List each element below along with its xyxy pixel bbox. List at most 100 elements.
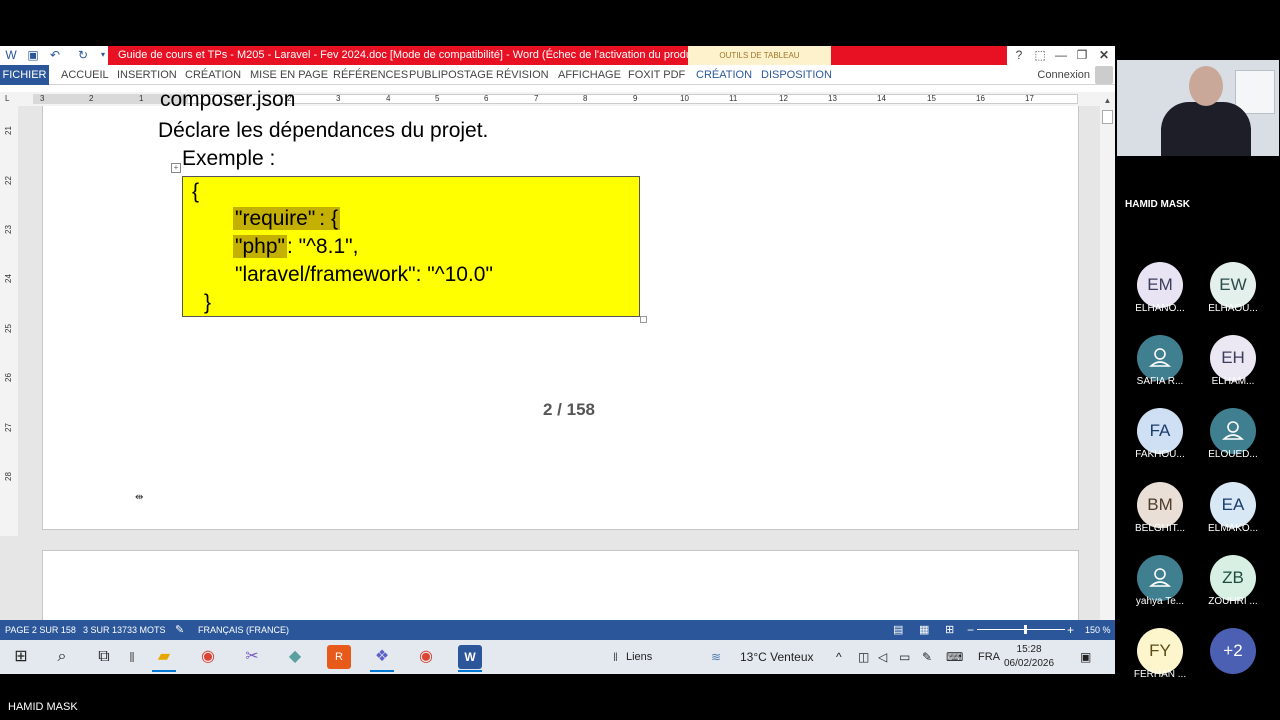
participant-name: ELMAKO...: [1207, 523, 1258, 534]
read-mode-icon[interactable]: ▤: [893, 620, 903, 640]
snipping-tool-icon[interactable]: ✂: [240, 645, 264, 669]
tab-selector-icon[interactable]: L: [5, 94, 15, 104]
participant-name: ELOUED...: [1208, 449, 1258, 460]
chrome-icon[interactable]: ◉: [196, 645, 220, 669]
word-taskbar-icon[interactable]: W: [458, 645, 482, 669]
vertical-scroll-thumb[interactable]: [1102, 110, 1113, 124]
close-icon[interactable]: ✕: [1093, 46, 1115, 65]
file-explorer-icon[interactable]: ▰: [152, 645, 176, 669]
print-layout-icon[interactable]: ▦: [919, 620, 929, 640]
tab-foxit-pdf[interactable]: FOXIT PDF: [628, 65, 685, 85]
participant-avatar[interactable]: EW: [1210, 262, 1256, 308]
document-canvas[interactable]: 21 22 23 24 25 26 27 28 composer.json Dé…: [0, 88, 1100, 674]
help-icon[interactable]: ?: [1008, 46, 1030, 65]
participant-avatar[interactable]: ZB: [1210, 555, 1256, 601]
tab-insertion[interactable]: INSERTION: [117, 65, 177, 85]
tab-accueil[interactable]: ACCUEIL: [61, 65, 109, 85]
web-layout-icon[interactable]: ⊞: [945, 620, 954, 640]
code-table-cell[interactable]: { "require": { "php": "^8.1", "laravel/f…: [182, 176, 640, 317]
participant-avatar[interactable]: EM: [1137, 262, 1183, 308]
pen-icon[interactable]: ✎: [922, 640, 932, 674]
input-language[interactable]: FRA: [978, 640, 1000, 674]
participant-avatar[interactable]: EH: [1210, 335, 1256, 381]
vertical-ruler[interactable]: 21 22 23 24 25 26 27 28: [0, 106, 18, 536]
proofing-icon[interactable]: ✎: [175, 620, 184, 640]
links-toolbar[interactable]: Liens: [626, 640, 652, 674]
toolbar-divider-icon: ‖: [613, 650, 618, 664]
zoom-slider[interactable]: [977, 629, 1065, 630]
tab-publipostage[interactable]: PUBLIPOSTAGE: [409, 65, 493, 85]
undo-icon[interactable]: ↶: [48, 48, 62, 62]
zoom-in-button[interactable]: +: [1067, 620, 1074, 640]
system-clock[interactable]: 15:28 06/02/2026: [1004, 643, 1054, 671]
tab-mise-en-page[interactable]: MISE EN PAGE: [250, 65, 328, 85]
restore-icon[interactable]: ❐: [1071, 46, 1093, 65]
network-icon[interactable]: ◫: [858, 640, 869, 674]
participant-initials: EM: [1147, 275, 1173, 294]
participant-avatar[interactable]: [1137, 335, 1183, 381]
tab-creation[interactable]: CRÉATION: [185, 65, 241, 85]
notes-app-icon[interactable]: ◆: [283, 645, 307, 669]
participant-avatar[interactable]: [1210, 408, 1256, 454]
task-view-icon[interactable]: ⧉: [92, 645, 116, 669]
code-php-key: "php": [233, 235, 287, 258]
page-number-marker: 2 / 158: [543, 400, 595, 419]
keyboard-icon[interactable]: ⌨: [946, 640, 963, 674]
participant-initials: FA: [1149, 421, 1171, 440]
tab-affichage[interactable]: AFFICHAGE: [558, 65, 621, 85]
signin-link[interactable]: Connexion: [1037, 65, 1090, 85]
show-hidden-icons-icon[interactable]: ^: [836, 640, 842, 674]
windows-taskbar: ⊞ ⌕ ⧉ ‖ ▰ ◉ ✂ ◆ R ❖ ◉ W ‖ Liens ≋ 13°C V…: [0, 640, 1115, 674]
ribbon-display-icon[interactable]: ⬚: [1029, 46, 1051, 65]
word-count[interactable]: 3 SUR 13733 MOTS: [83, 620, 166, 640]
more-participants-button[interactable]: +2: [1210, 628, 1256, 674]
table-resize-handle[interactable]: [640, 316, 647, 323]
tab-references[interactable]: RÉFÉRENCES: [333, 65, 408, 85]
notifications-icon[interactable]: ▣: [1080, 640, 1091, 674]
vruler-number: 25: [3, 324, 13, 333]
vertical-scrollbar[interactable]: ▲ ▼: [1100, 92, 1115, 661]
redo-icon[interactable]: ↻: [76, 48, 90, 62]
document-page[interactable]: composer.json Déclare les dépendances du…: [42, 88, 1079, 530]
teams-icon[interactable]: ❖: [370, 645, 394, 669]
page-count[interactable]: PAGE 2 SUR 158: [5, 620, 76, 640]
participant-name: ELHANO...: [1135, 303, 1185, 314]
zoom-out-button[interactable]: −: [967, 620, 974, 640]
windows-start-icon[interactable]: ⊞: [9, 645, 33, 669]
ruler-number: 7: [534, 94, 539, 103]
ruler-number: 9: [633, 94, 638, 103]
presenter-video[interactable]: [1117, 60, 1279, 156]
save-icon[interactable]: ▣: [26, 48, 40, 62]
title-bar: W ▣ ↶ ↻ ▾ Guide de cours et TPs - M205 -…: [0, 46, 1115, 65]
participant-avatar[interactable]: [1137, 555, 1183, 601]
table-move-handle-icon[interactable]: +: [171, 163, 181, 173]
word-window: W ▣ ↶ ↻ ▾ Guide de cours et TPs - M205 -…: [0, 46, 1115, 674]
vruler-number: 24: [3, 274, 13, 283]
presenter-face: [1189, 66, 1223, 106]
participant-avatar[interactable]: FA: [1137, 408, 1183, 454]
user-avatar-icon[interactable]: [1095, 66, 1113, 84]
display-icon[interactable]: ▭: [899, 640, 910, 674]
chrome-profile-icon[interactable]: ◉: [414, 645, 438, 669]
participant-avatar[interactable]: BM: [1137, 482, 1183, 528]
participant-avatar[interactable]: FY: [1137, 628, 1183, 674]
tab-revision[interactable]: RÉVISION: [496, 65, 549, 85]
weather-widget[interactable]: 13°C Venteux: [740, 640, 814, 674]
vruler-number: 21: [3, 126, 13, 135]
search-icon[interactable]: ⌕: [50, 645, 74, 669]
tab-fichier[interactable]: FICHIER: [0, 65, 49, 85]
language-indicator[interactable]: FRANÇAIS (FRANCE): [198, 620, 289, 640]
minimize-icon[interactable]: —: [1050, 46, 1072, 65]
participant-initials: BM: [1147, 495, 1173, 514]
zoom-slider-thumb[interactable]: [1024, 625, 1027, 634]
code-close-brace: }: [204, 291, 212, 314]
scroll-up-icon[interactable]: ▲: [1101, 94, 1114, 107]
tab-disposition[interactable]: DISPOSITION: [761, 65, 832, 85]
word-app-icon[interactable]: W: [4, 48, 18, 62]
volume-icon[interactable]: ◁: [878, 640, 887, 674]
participant-avatar[interactable]: EA: [1210, 482, 1256, 528]
tab-table-creation[interactable]: CRÉATION: [696, 65, 752, 85]
reader-app-icon[interactable]: R: [327, 645, 351, 669]
table-column-marker-icon[interactable]: ⇹: [135, 492, 143, 503]
zoom-level[interactable]: 150 %: [1085, 620, 1111, 640]
